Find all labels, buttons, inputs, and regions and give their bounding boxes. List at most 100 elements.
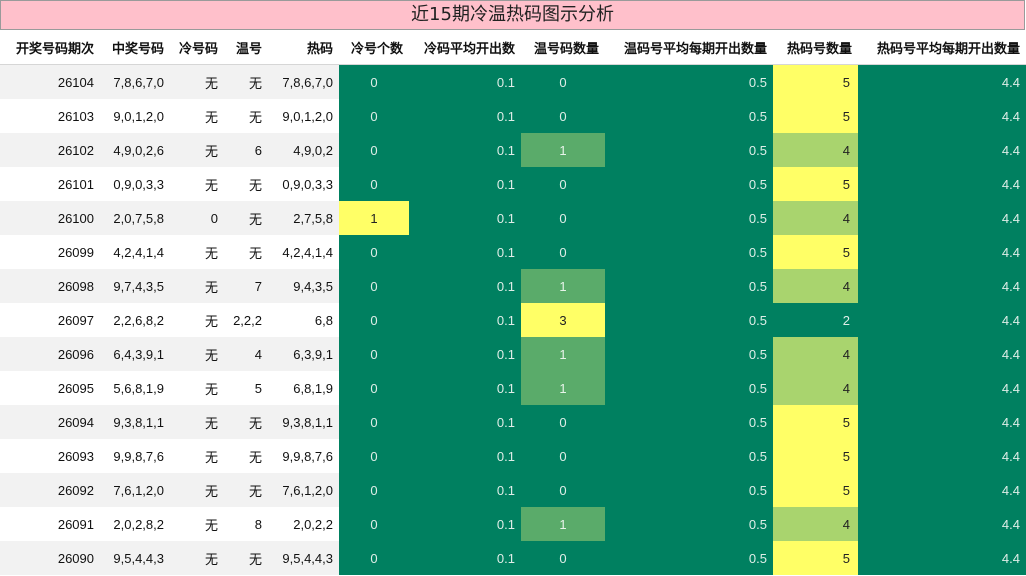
warm-numbers-cell[interactable]: 2,2,2 [224, 303, 268, 337]
header-cell-period[interactable]: 开奖号码期次 [0, 30, 100, 65]
warm-numbers-cell[interactable]: 4 [224, 337, 268, 371]
hot-numbers-cell[interactable]: 7,6,1,2,0 [268, 473, 339, 507]
draw-numbers-cell[interactable]: 9,7,4,3,5 [100, 269, 170, 303]
hot-avg-cell[interactable]: 4.4 [858, 167, 1026, 201]
hot-avg-cell[interactable]: 4.4 [858, 201, 1026, 235]
hot-avg-cell[interactable]: 4.4 [858, 507, 1026, 541]
header-cell-hot-count[interactable]: 热码号数量 [773, 30, 858, 65]
cold-numbers-cell[interactable]: 0 [170, 201, 224, 235]
cold-avg-cell[interactable]: 0.1 [409, 541, 521, 575]
cold-count-cell[interactable]: 0 [339, 303, 409, 337]
cold-numbers-cell[interactable]: 无 [170, 167, 224, 201]
cold-count-cell[interactable]: 0 [339, 405, 409, 439]
hot-count-cell[interactable]: 5 [773, 235, 858, 269]
cold-count-cell[interactable]: 0 [339, 473, 409, 507]
draw-numbers-cell[interactable]: 7,6,1,2,0 [100, 473, 170, 507]
hot-numbers-cell[interactable]: 4,9,0,2 [268, 133, 339, 167]
cold-numbers-cell[interactable]: 无 [170, 303, 224, 337]
hot-numbers-cell[interactable]: 4,2,4,1,4 [268, 235, 339, 269]
warm-count-cell[interactable]: 0 [521, 99, 605, 133]
period-cell[interactable]: 26097 [0, 303, 100, 337]
header-cell-hot[interactable]: 热码 [268, 30, 339, 65]
hot-numbers-cell[interactable]: 9,3,8,1,1 [268, 405, 339, 439]
hot-numbers-cell[interactable]: 9,9,8,7,6 [268, 439, 339, 473]
draw-numbers-cell[interactable]: 5,6,8,1,9 [100, 371, 170, 405]
hot-count-cell[interactable]: 5 [773, 439, 858, 473]
warm-numbers-cell[interactable]: 无 [224, 167, 268, 201]
cold-numbers-cell[interactable]: 无 [170, 269, 224, 303]
hot-count-cell[interactable]: 4 [773, 133, 858, 167]
warm-count-cell[interactable]: 3 [521, 303, 605, 337]
cold-avg-cell[interactable]: 0.1 [409, 99, 521, 133]
warm-count-cell[interactable]: 1 [521, 269, 605, 303]
hot-avg-cell[interactable]: 4.4 [858, 269, 1026, 303]
hot-count-cell[interactable]: 5 [773, 473, 858, 507]
cold-avg-cell[interactable]: 0.1 [409, 507, 521, 541]
header-cell-warm[interactable]: 温号 [224, 30, 268, 65]
header-cell-hot-avg[interactable]: 热码号平均每期开出数量 [858, 30, 1026, 65]
period-cell[interactable]: 26094 [0, 405, 100, 439]
hot-count-cell[interactable]: 4 [773, 507, 858, 541]
period-cell[interactable]: 26092 [0, 473, 100, 507]
period-cell[interactable]: 26103 [0, 99, 100, 133]
hot-numbers-cell[interactable]: 0,9,0,3,3 [268, 167, 339, 201]
hot-count-cell[interactable]: 2 [773, 303, 858, 337]
header-cell-warm-avg[interactable]: 温码号平均每期开出数量 [605, 30, 773, 65]
warm-avg-cell[interactable]: 0.5 [605, 167, 773, 201]
cold-avg-cell[interactable]: 0.1 [409, 235, 521, 269]
period-cell[interactable]: 26104 [0, 64, 100, 99]
cold-count-cell[interactable]: 0 [339, 269, 409, 303]
draw-numbers-cell[interactable]: 7,8,6,7,0 [100, 64, 170, 99]
cold-numbers-cell[interactable]: 无 [170, 64, 224, 99]
cold-numbers-cell[interactable]: 无 [170, 473, 224, 507]
header-cell-cold-avg[interactable]: 冷码平均开出数 [409, 30, 521, 65]
hot-avg-cell[interactable]: 4.4 [858, 303, 1026, 337]
warm-avg-cell[interactable]: 0.5 [605, 201, 773, 235]
warm-numbers-cell[interactable]: 无 [224, 235, 268, 269]
cold-count-cell[interactable]: 1 [339, 201, 409, 235]
hot-avg-cell[interactable]: 4.4 [858, 541, 1026, 575]
cold-count-cell[interactable]: 0 [339, 541, 409, 575]
warm-count-cell[interactable]: 0 [521, 439, 605, 473]
warm-avg-cell[interactable]: 0.5 [605, 303, 773, 337]
cold-avg-cell[interactable]: 0.1 [409, 371, 521, 405]
hot-avg-cell[interactable]: 4.4 [858, 133, 1026, 167]
hot-count-cell[interactable]: 5 [773, 99, 858, 133]
warm-count-cell[interactable]: 0 [521, 473, 605, 507]
draw-numbers-cell[interactable]: 9,5,4,4,3 [100, 541, 170, 575]
cold-avg-cell[interactable]: 0.1 [409, 167, 521, 201]
period-cell[interactable]: 26101 [0, 167, 100, 201]
hot-numbers-cell[interactable]: 9,4,3,5 [268, 269, 339, 303]
warm-numbers-cell[interactable]: 无 [224, 541, 268, 575]
hot-avg-cell[interactable]: 4.4 [858, 99, 1026, 133]
cold-numbers-cell[interactable]: 无 [170, 507, 224, 541]
hot-avg-cell[interactable]: 4.4 [858, 405, 1026, 439]
hot-count-cell[interactable]: 4 [773, 337, 858, 371]
warm-count-cell[interactable]: 0 [521, 405, 605, 439]
cold-numbers-cell[interactable]: 无 [170, 133, 224, 167]
period-cell[interactable]: 26090 [0, 541, 100, 575]
cold-avg-cell[interactable]: 0.1 [409, 269, 521, 303]
warm-avg-cell[interactable]: 0.5 [605, 337, 773, 371]
hot-count-cell[interactable]: 4 [773, 269, 858, 303]
cold-avg-cell[interactable]: 0.1 [409, 337, 521, 371]
draw-numbers-cell[interactable]: 9,0,1,2,0 [100, 99, 170, 133]
cold-numbers-cell[interactable]: 无 [170, 235, 224, 269]
warm-numbers-cell[interactable]: 7 [224, 269, 268, 303]
hot-numbers-cell[interactable]: 6,3,9,1 [268, 337, 339, 371]
hot-numbers-cell[interactable]: 2,0,2,2 [268, 507, 339, 541]
warm-avg-cell[interactable]: 0.5 [605, 235, 773, 269]
draw-numbers-cell[interactable]: 9,9,8,7,6 [100, 439, 170, 473]
draw-numbers-cell[interactable]: 6,4,3,9,1 [100, 337, 170, 371]
hot-avg-cell[interactable]: 4.4 [858, 439, 1026, 473]
warm-avg-cell[interactable]: 0.5 [605, 405, 773, 439]
draw-numbers-cell[interactable]: 2,0,7,5,8 [100, 201, 170, 235]
hot-count-cell[interactable]: 4 [773, 201, 858, 235]
hot-count-cell[interactable]: 5 [773, 405, 858, 439]
cold-numbers-cell[interactable]: 无 [170, 541, 224, 575]
warm-count-cell[interactable]: 0 [521, 64, 605, 99]
cold-numbers-cell[interactable]: 无 [170, 337, 224, 371]
period-cell[interactable]: 26091 [0, 507, 100, 541]
draw-numbers-cell[interactable]: 2,2,6,8,2 [100, 303, 170, 337]
period-cell[interactable]: 26098 [0, 269, 100, 303]
